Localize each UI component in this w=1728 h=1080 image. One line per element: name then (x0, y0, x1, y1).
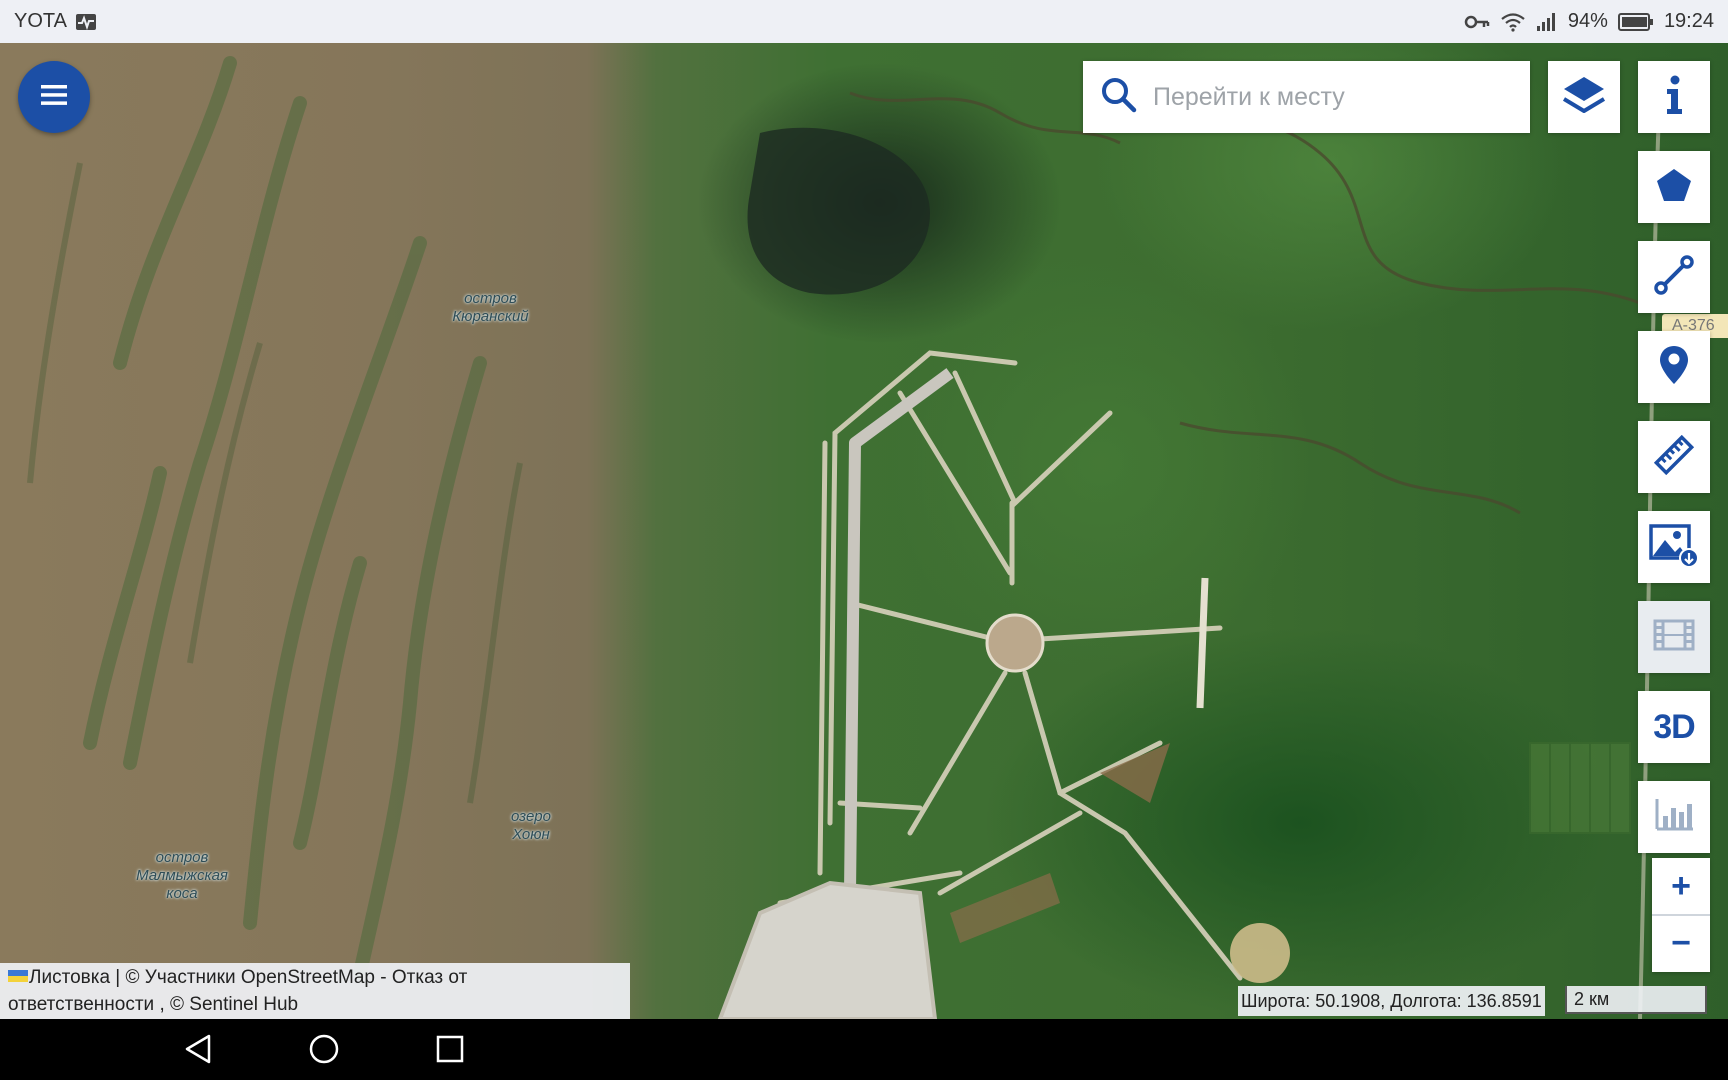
map-label-line: коса (166, 885, 198, 902)
signal-icon (1536, 12, 1558, 32)
menu-button[interactable] (18, 61, 90, 133)
three-d-label: 3D (1653, 707, 1695, 746)
info-button[interactable] (1638, 61, 1710, 133)
map-imagery (27, 56, 1662, 1019)
map-label-line: Хоюн (512, 826, 550, 843)
battery-icon (1617, 12, 1654, 31)
hamburger-icon (40, 83, 68, 112)
map-label-line: остров (155, 849, 209, 866)
status-left: YOTA (14, 10, 97, 33)
film-icon (1653, 619, 1695, 656)
search-bar[interactable] (1083, 61, 1530, 133)
carrier-name: YOTA (14, 10, 67, 32)
timelapse-button[interactable] (1638, 601, 1710, 673)
map-attribution: Листовка | © Участники OpenStreetMap - О… (0, 963, 630, 1019)
zoom-out-button[interactable]: − (1652, 914, 1710, 970)
add-marker-button[interactable] (1638, 331, 1710, 403)
nav-home-button[interactable] (302, 1029, 346, 1073)
system-nav-bar (0, 1019, 1728, 1080)
map-label-lake-khoyun: озеро Хоюн (486, 808, 576, 844)
battery-percent: 94% (1567, 10, 1608, 32)
status-right: 94% 19:24 (1464, 10, 1714, 33)
map-label-island-malmyzhskaya: остров Малмыжская коса (112, 849, 252, 903)
attribution-text[interactable]: Листовка | © Участники OpenStreetMap - О… (29, 967, 467, 988)
wifi-icon (1500, 12, 1526, 32)
pentagon-icon (1656, 168, 1692, 207)
status-bar: YOTA 94% 19:24 (0, 0, 1728, 43)
search-icon (1101, 77, 1137, 118)
clock: 19:24 (1663, 10, 1714, 32)
ukraine-flag-icon (8, 970, 28, 982)
map-label-line: остров (464, 290, 517, 307)
satellite-map[interactable]: остров Кюранский озеро Хоюн остров Малмы… (0, 43, 1728, 1019)
info-icon (1664, 75, 1684, 120)
download-image-button[interactable] (1638, 511, 1710, 583)
image-download-icon (1649, 522, 1699, 573)
scale-bar: 2 км (1565, 986, 1707, 1014)
statistics-button[interactable] (1638, 781, 1710, 853)
map-label-line: Малмыжская (136, 867, 228, 884)
nav-recents-button[interactable] (428, 1029, 472, 1073)
back-icon (183, 1033, 213, 1070)
nav-back-button[interactable] (176, 1029, 220, 1073)
line-draw-icon (1654, 254, 1694, 300)
three-d-button[interactable]: 3D (1638, 691, 1710, 763)
map-label-line: Кюранский (452, 308, 529, 325)
layers-icon (1562, 73, 1606, 122)
bar-chart-icon (1654, 798, 1694, 837)
zoom-in-button[interactable]: + (1652, 858, 1710, 914)
recents-icon (435, 1034, 465, 1069)
attribution-line-1: Листовка | © Участники OpenStreetMap - О… (8, 964, 622, 991)
coordinates-readout: Широта: 50.1908, Долгота: 136.8591 (1238, 986, 1545, 1016)
ruler-icon (1653, 434, 1695, 480)
map-label-island-kyuransky: остров Кюранский (428, 290, 553, 326)
map-label-line: озеро (510, 808, 551, 825)
draw-polygon-button[interactable] (1638, 151, 1710, 223)
map-pin-icon (1659, 345, 1689, 390)
layers-button[interactable] (1548, 61, 1620, 133)
activity-icon (75, 13, 97, 31)
attribution-line-2[interactable]: ответственности , © Sentinel Hub (8, 991, 622, 1018)
search-input[interactable] (1153, 82, 1513, 112)
measure-button[interactable] (1638, 421, 1710, 493)
home-icon (308, 1033, 340, 1070)
key-icon (1464, 14, 1490, 30)
zoom-control: + − (1652, 858, 1710, 972)
draw-line-button[interactable] (1638, 241, 1710, 313)
